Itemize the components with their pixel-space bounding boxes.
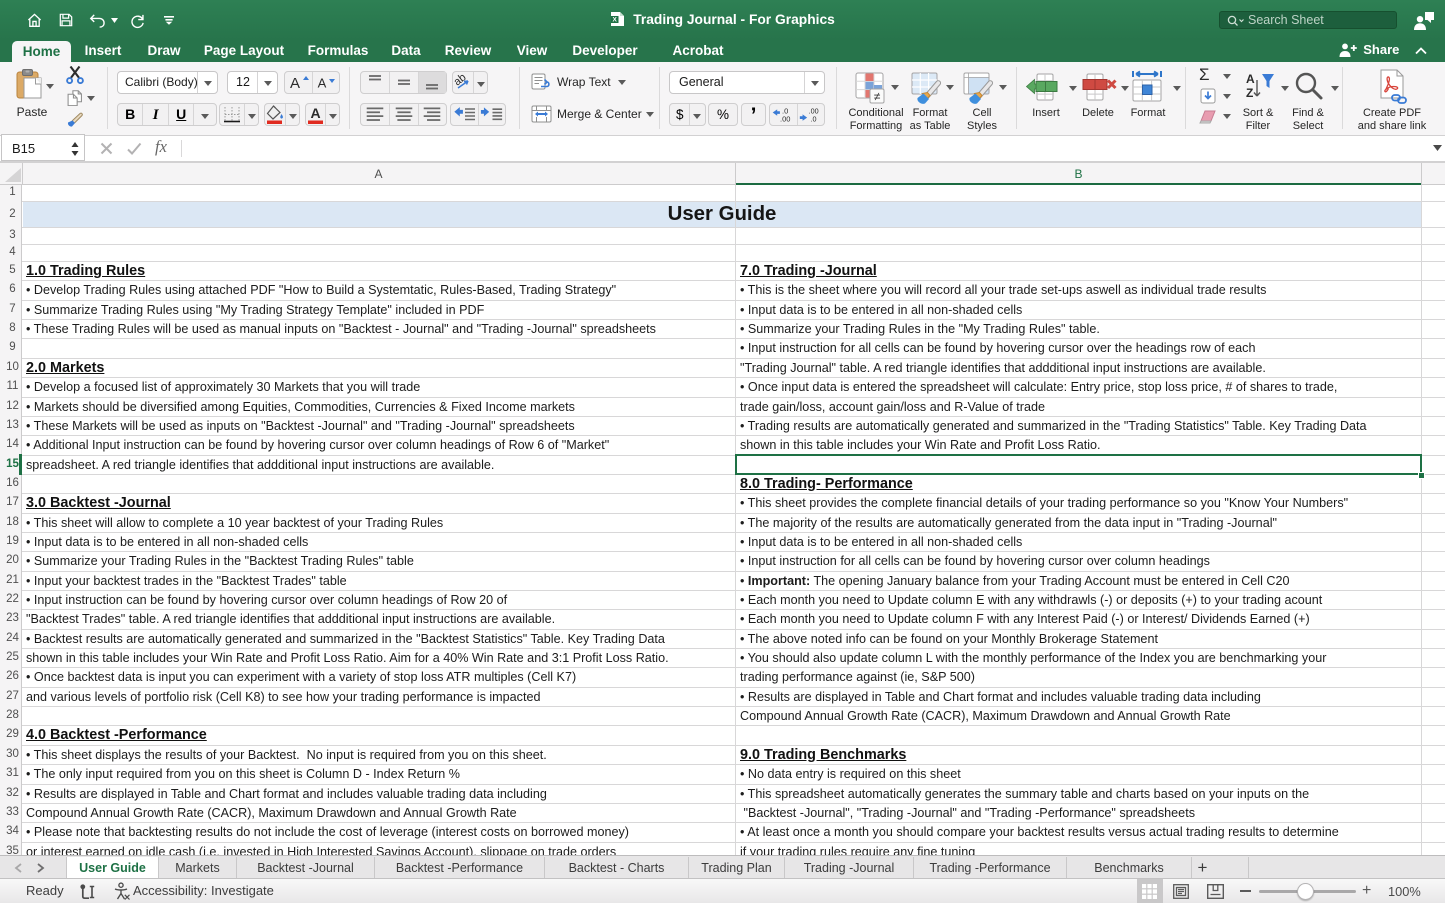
svg-text:A: A <box>310 105 320 121</box>
svg-text:A: A <box>1246 72 1255 86</box>
svg-text:A: A <box>318 76 327 91</box>
svg-text:.00: .00 <box>780 115 790 124</box>
svg-text:≠: ≠ <box>874 90 881 104</box>
svg-text:A: A <box>290 75 300 92</box>
svg-text:.0: .0 <box>811 115 817 124</box>
svg-text:Z: Z <box>1246 86 1253 100</box>
svg-text:X: X <box>613 17 618 24</box>
